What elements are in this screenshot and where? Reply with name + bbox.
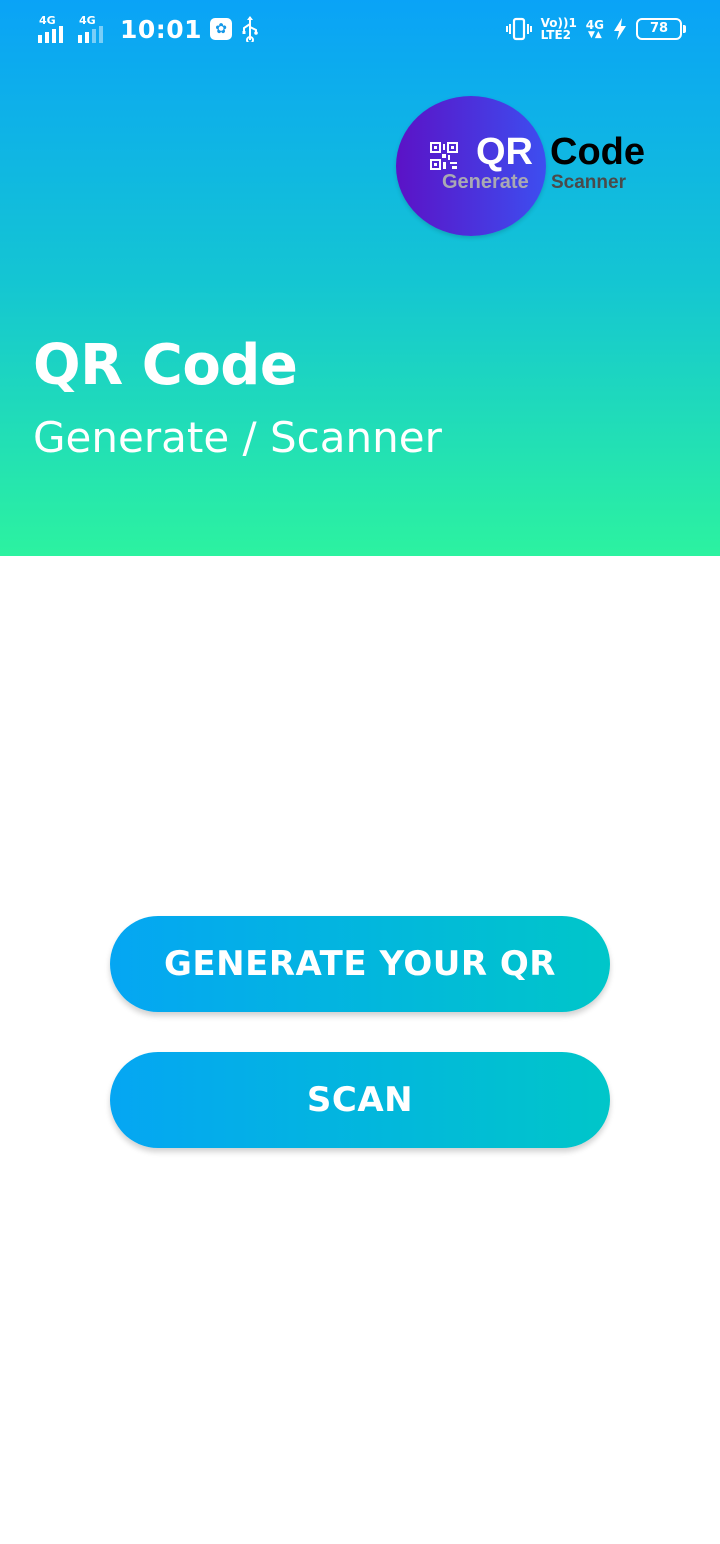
status-bar: 4G 4G 10:01 ✿ Vo))1 LTE2 4G ▼▲ 78 xyxy=(0,0,720,56)
signal-icon: 4G xyxy=(38,15,70,43)
generate-qr-button[interactable]: GENERATE YOUR QR xyxy=(110,916,610,1012)
status-bar-right: Vo))1 LTE2 4G ▼▲ 78 xyxy=(505,12,686,46)
logo-generate-text: Generate xyxy=(442,171,529,193)
volte-line-2: LTE2 xyxy=(540,28,571,42)
logo-qr-text: QR xyxy=(476,131,533,173)
app-screen: 4G 4G 10:01 ✿ Vo))1 LTE2 4G ▼▲ 78 QR Cod… xyxy=(0,0,720,1544)
sim1-network-label: 4G xyxy=(39,14,56,27)
usb-icon xyxy=(242,16,258,42)
sim2-network-label: 4G xyxy=(79,14,96,27)
scan-button[interactable]: SCAN xyxy=(110,1052,610,1148)
battery-level: 78 xyxy=(649,21,669,36)
app-logo: QR Code Generate Scanner xyxy=(396,96,666,238)
qr-code-icon xyxy=(430,142,458,170)
header-banner: 4G 4G 10:01 ✿ Vo))1 LTE2 4G ▼▲ 78 QR Cod… xyxy=(0,0,720,556)
charging-icon xyxy=(614,18,626,40)
logo-code-text: Code xyxy=(550,131,645,173)
data-network-label: 4G xyxy=(585,17,604,32)
signal-icon: 4G xyxy=(78,15,110,43)
logo-scanner-text: Scanner xyxy=(551,172,626,193)
data-network-indicator: 4G ▼▲ xyxy=(586,19,604,40)
volte-indicator: Vo))1 LTE2 xyxy=(541,17,577,41)
battery-icon: 78 xyxy=(636,18,686,40)
status-time: 10:01 xyxy=(120,14,203,44)
vibrate-icon xyxy=(505,17,532,41)
data-arrows-icon: ▼▲ xyxy=(587,29,602,40)
page-title: QR Code xyxy=(33,333,298,398)
app-notification-icon: ✿ xyxy=(210,18,233,40)
status-bar-left: 4G 4G 10:01 ✿ xyxy=(38,12,260,46)
page-subtitle: Generate / Scanner xyxy=(33,413,442,462)
